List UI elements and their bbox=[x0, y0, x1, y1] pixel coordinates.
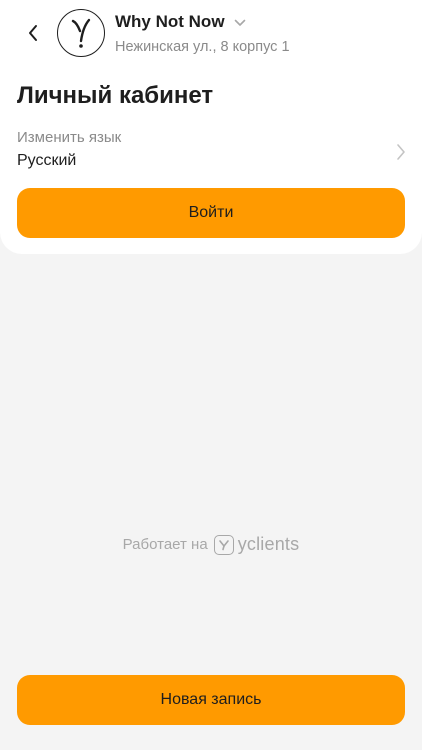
language-label: Изменить язык bbox=[17, 129, 122, 146]
company-logo-icon bbox=[71, 18, 91, 48]
company-avatar[interactable] bbox=[57, 9, 105, 57]
powered-by: Работает на yclients bbox=[0, 534, 422, 555]
back-button[interactable] bbox=[20, 20, 46, 46]
change-language-row[interactable]: Изменить язык Русский bbox=[17, 128, 407, 176]
new-booking-button[interactable]: Новая запись bbox=[17, 675, 405, 725]
chevron-left-icon bbox=[29, 25, 37, 41]
company-selector[interactable]: Why Not Now Нежинская ул., 8 корпус 1 bbox=[115, 12, 290, 56]
powered-by-text: Работает на bbox=[122, 536, 208, 553]
page-title: Личный кабинет bbox=[17, 82, 214, 109]
yclients-logo-icon bbox=[213, 534, 234, 555]
powered-by-brand: yclients bbox=[237, 534, 300, 554]
chevron-right-icon bbox=[397, 144, 405, 160]
chevron-down-icon bbox=[234, 19, 246, 27]
language-value: Русский bbox=[17, 152, 77, 169]
login-button[interactable]: Войти bbox=[17, 188, 405, 238]
header-card: Why Not Now Нежинская ул., 8 корпус 1 Ли… bbox=[0, 0, 422, 254]
company-name: Why Not Now bbox=[115, 12, 225, 31]
company-address: Нежинская ул., 8 корпус 1 bbox=[115, 39, 290, 55]
